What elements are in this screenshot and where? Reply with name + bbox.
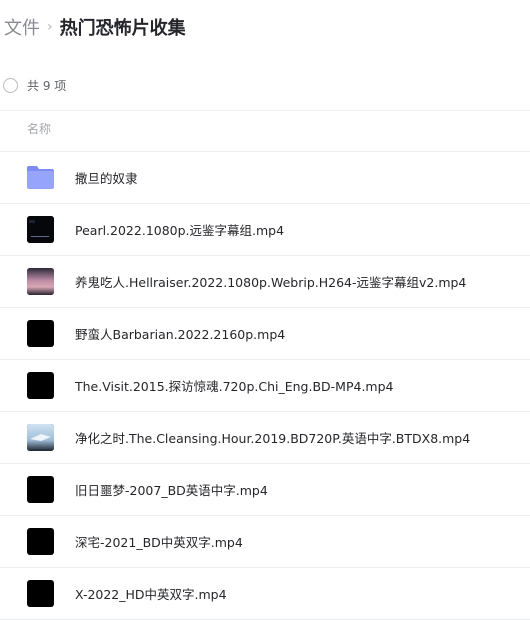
video-thumbnail-icon xyxy=(27,580,54,607)
file-name[interactable]: 深宅-2021_BD中英双字.mp4 xyxy=(75,532,243,551)
page-title: 热门恐怖片收集 xyxy=(59,18,186,39)
video-thumbnail-icon xyxy=(27,216,54,243)
video-thumbnail-icon xyxy=(27,476,54,503)
folder-icon xyxy=(27,164,54,191)
file-name[interactable]: 养鬼吃人.Hellraiser.2022.1080p.Webrip.H264-远… xyxy=(75,272,466,291)
list-item[interactable]: 净化之时.The.Cleansing.Hour.2019.BD720P.英语中字… xyxy=(0,412,530,464)
file-list: 撒旦的奴隶 Pearl.2022.1080p.远鉴字幕组.mp4 养鬼吃人.He… xyxy=(0,152,530,620)
file-name[interactable]: The.Visit.2015.探访惊魂.720p.Chi_Eng.BD-MP4.… xyxy=(75,376,393,395)
video-thumbnail-icon xyxy=(27,372,54,399)
list-item[interactable]: 旧日噩梦-2007_BD英语中字.mp4 xyxy=(0,464,530,516)
breadcrumb-chevron-icon: › xyxy=(47,19,53,35)
file-name[interactable]: 撒旦的奴隶 xyxy=(75,168,138,187)
column-header-name[interactable]: 名称 xyxy=(27,120,51,137)
file-name[interactable]: 净化之时.The.Cleansing.Hour.2019.BD720P.英语中字… xyxy=(75,428,470,447)
list-item[interactable]: The.Visit.2015.探访惊魂.720p.Chi_Eng.BD-MP4.… xyxy=(0,360,530,412)
file-name[interactable]: 旧日噩梦-2007_BD英语中字.mp4 xyxy=(75,480,268,499)
list-item[interactable]: X-2022_HD中英双字.mp4 xyxy=(0,568,530,620)
select-all-checkbox[interactable] xyxy=(3,77,18,93)
list-item[interactable]: 养鬼吃人.Hellraiser.2022.1080p.Webrip.H264-远… xyxy=(0,256,530,308)
divider xyxy=(0,110,530,111)
list-item[interactable]: Pearl.2022.1080p.远鉴字幕组.mp4 xyxy=(0,204,530,256)
list-item[interactable]: 野蛮人Barbarian.2022.2160p.mp4 xyxy=(0,308,530,360)
file-name[interactable]: 野蛮人Barbarian.2022.2160p.mp4 xyxy=(75,324,285,343)
file-name[interactable]: Pearl.2022.1080p.远鉴字幕组.mp4 xyxy=(75,220,284,239)
list-item[interactable]: 撒旦的奴隶 xyxy=(0,152,530,204)
list-item[interactable]: 深宅-2021_BD中英双字.mp4 xyxy=(0,516,530,568)
video-thumbnail-icon xyxy=(27,320,54,347)
file-name[interactable]: X-2022_HD中英双字.mp4 xyxy=(75,584,227,603)
video-thumbnail-icon xyxy=(27,528,54,555)
breadcrumb: 文件 › 热门恐怖片收集 xyxy=(4,12,186,42)
video-thumbnail-icon xyxy=(27,424,54,451)
breadcrumb-root-link[interactable]: 文件 xyxy=(4,14,40,40)
video-thumbnail-icon xyxy=(27,268,54,295)
selection-bar: 共 9 项 xyxy=(3,72,66,98)
item-count: 共 9 项 xyxy=(27,78,67,93)
